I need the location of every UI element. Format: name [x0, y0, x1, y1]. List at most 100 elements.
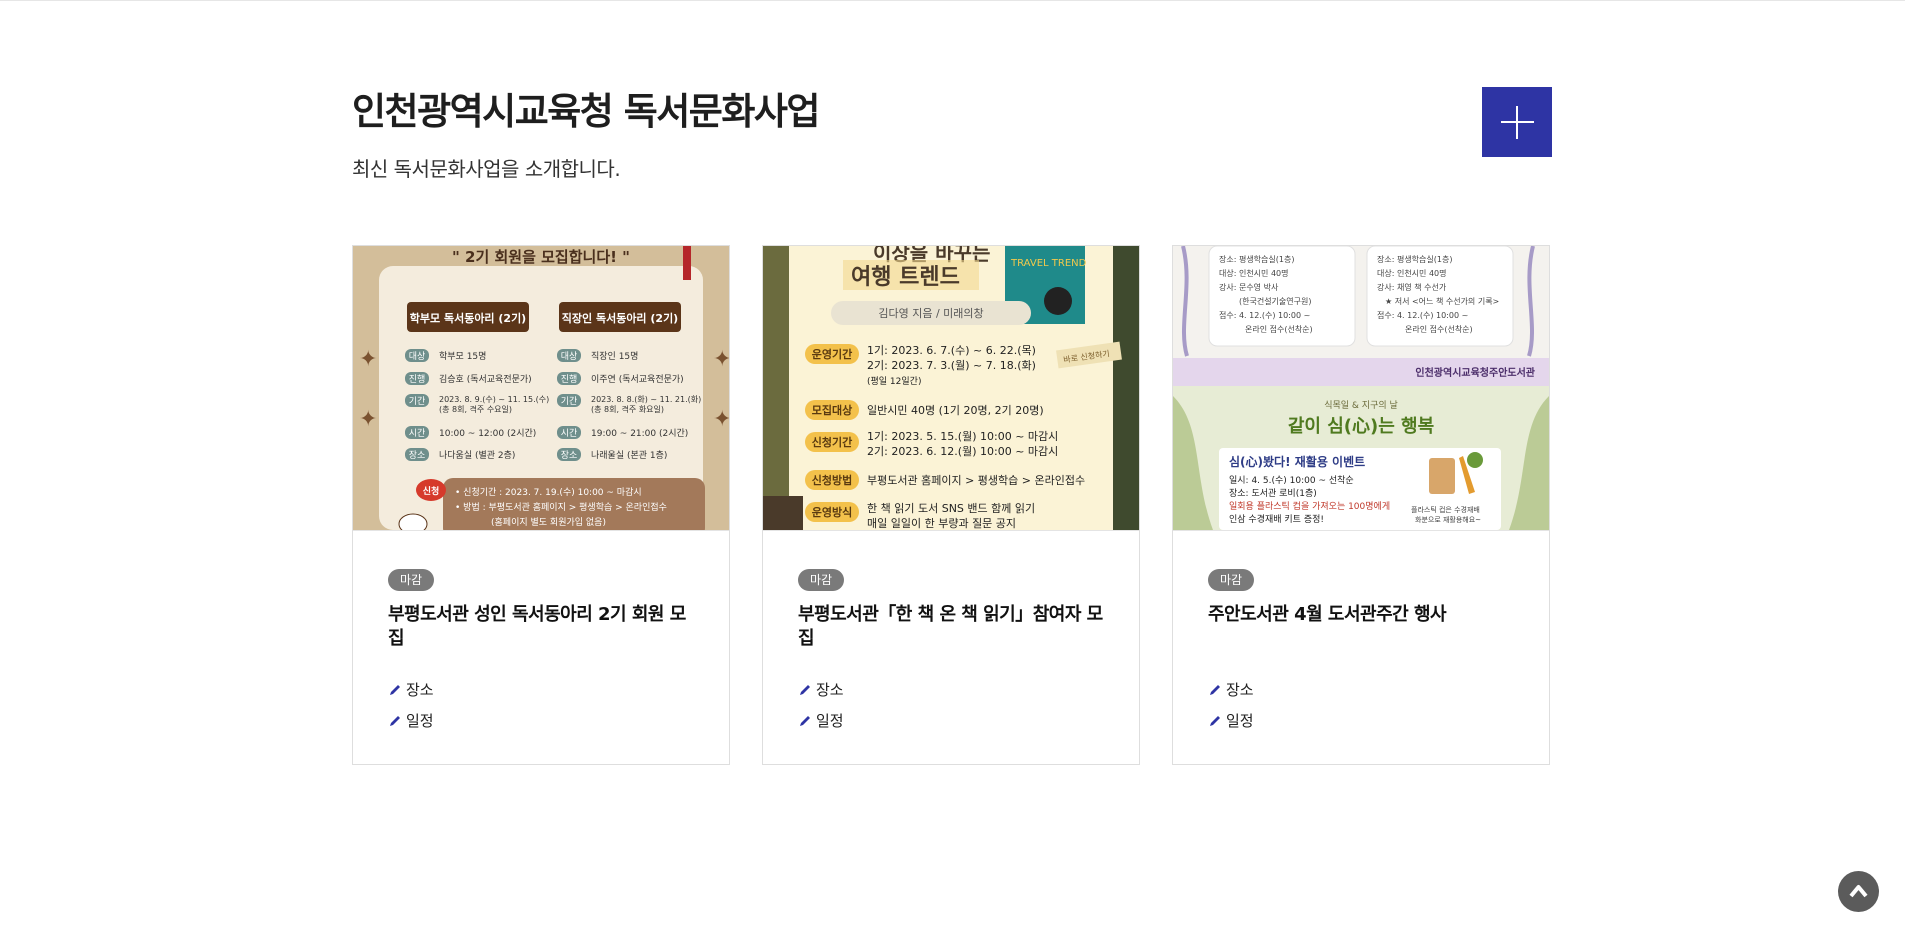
program-card[interactable]: 장소: 평생학습실(1층) 대상: 인천시민 40명 강사: 문수영 박사 (한…	[1172, 245, 1550, 765]
svg-text:일시: 4. 5.(수) 10:00 ~ 선착순: 일시: 4. 5.(수) 10:00 ~ 선착순	[1229, 475, 1354, 486]
svg-text:2023. 8. 9.(수) ~ 11. 15.(수): 2023. 8. 9.(수) ~ 11. 15.(수)	[439, 395, 549, 404]
place-label: 장소	[816, 681, 844, 699]
svg-text:✦: ✦	[713, 407, 729, 432]
svg-text:강사: 문수영 박사: 강사: 문수영 박사	[1219, 282, 1279, 292]
program-card[interactable]: " 2기 회원을 모집합니다! " ✦ ✦ ✦ ✦ 학부모 독서동아리 (2기)…	[352, 245, 730, 765]
place-label: 장소	[1226, 681, 1254, 699]
svg-text:기간: 기간	[561, 396, 578, 407]
poster-group-b: 직장인 독서동아리 (2기)	[562, 311, 678, 325]
more-button[interactable]	[1482, 87, 1552, 157]
svg-text:장소: 도서관 로비(1층): 장소: 도서관 로비(1층)	[1229, 488, 1317, 499]
svg-text:신청기간: 신청기간	[812, 435, 852, 449]
svg-text:기간: 기간	[409, 396, 426, 407]
program-schedule: 일정	[1208, 710, 1254, 731]
svg-text:인삼 수경재배 키트 증정!: 인삼 수경재배 키트 증정!	[1229, 513, 1324, 525]
svg-text:접수: 4. 12.(수) 10:00 ~: 접수: 4. 12.(수) 10:00 ~	[1219, 310, 1310, 320]
schedule-label: 일정	[816, 712, 844, 730]
svg-text:화분으로 재활용해요~: 화분으로 재활용해요~	[1415, 515, 1481, 524]
program-card[interactable]: 이상을 바꾸는 여행 트렌드 TRAVEL TREND 김다영 지음 / 미래의…	[762, 245, 1140, 765]
svg-text:김승호 (독서교육전문가): 김승호 (독서교육전문가)	[439, 373, 532, 385]
svg-text:2기: 2023. 7. 3.(월) ~ 7. 18.(화): 2기: 2023. 7. 3.(월) ~ 7. 18.(화)	[867, 359, 1036, 372]
svg-text:• 신청기간 : 2023. 7. 19.(수) 10:00: • 신청기간 : 2023. 7. 19.(수) 10:00 ~ 마감시	[455, 486, 642, 498]
svg-text:인천광역시교육청주안도서관: 인천광역시교육청주안도서관	[1415, 366, 1535, 379]
svg-text:시간: 시간	[561, 428, 578, 439]
pencil-icon	[390, 716, 400, 726]
pencil-icon	[390, 685, 400, 695]
pencil-icon	[1210, 685, 1220, 695]
pencil-icon	[800, 716, 810, 726]
svg-text:✦: ✦	[359, 407, 377, 432]
svg-text:1기: 2023. 5. 15.(월) 10:00 ~ 마감: 1기: 2023. 5. 15.(월) 10:00 ~ 마감시	[867, 430, 1058, 443]
schedule-label: 일정	[1226, 712, 1254, 730]
svg-text:부평도서관 홈페이지 > 평생학습 > 온라인접수: 부평도서관 홈페이지 > 평생학습 > 온라인접수	[867, 473, 1085, 487]
program-place: 장소	[1208, 679, 1254, 700]
poster-headline: " 2기 회원을 모집합니다! "	[452, 248, 630, 266]
svg-text:신청방법: 신청방법	[812, 473, 852, 487]
svg-text:✦: ✦	[713, 347, 729, 372]
svg-text:온라인 접수(선착순): 온라인 접수(선착순)	[1405, 324, 1473, 334]
program-schedule: 일정	[798, 710, 844, 731]
svg-text:운영방식: 운영방식	[812, 505, 852, 519]
svg-text:19:00 ~ 21:00 (2시간): 19:00 ~ 21:00 (2시간)	[591, 428, 688, 439]
section-subtitle: 최신 독서문화사업을 소개합니다.	[352, 157, 621, 181]
svg-text:매일 일일이 한 부량과 질문 공지: 매일 일일이 한 부량과 질문 공지	[867, 516, 1016, 530]
program-schedule: 일정	[388, 710, 434, 731]
svg-text:2기: 2023. 6. 12.(월) 10:00 ~ 마감: 2기: 2023. 6. 12.(월) 10:00 ~ 마감시	[867, 445, 1058, 458]
program-place: 장소	[798, 679, 844, 700]
svg-text:대상: 대상	[409, 351, 426, 362]
status-badge: 마감	[388, 569, 435, 591]
svg-text:(총 8회, 격주 화요일): (총 8회, 격주 화요일)	[591, 404, 664, 414]
svg-text:신청: 신청	[423, 485, 440, 497]
svg-text:진행: 진행	[561, 373, 578, 385]
poster-group-a: 학부모 독서동아리 (2기)	[410, 311, 526, 325]
svg-text:운영기간: 운영기간	[812, 347, 852, 361]
status-badge: 마감	[798, 569, 845, 591]
svg-text:시간: 시간	[409, 428, 426, 439]
svg-text:✦: ✦	[359, 347, 377, 372]
svg-text:장소: 평생학습실(1층): 장소: 평생학습실(1층)	[1219, 254, 1294, 264]
svg-text:여행 트렌드: 여행 트렌드	[851, 265, 960, 290]
svg-text:대상: 대상	[561, 351, 578, 362]
svg-text:장소: 평생학습실(1층): 장소: 평생학습실(1층)	[1377, 254, 1452, 264]
svg-text:TRAVEL TREND: TRAVEL TREND	[1010, 258, 1087, 269]
svg-text:심(心)봤다! 재활용 이벤트: 심(心)봤다! 재활용 이벤트	[1229, 454, 1365, 469]
pencil-icon	[800, 685, 810, 695]
program-poster-image: 이상을 바꾸는 여행 트렌드 TRAVEL TREND 김다영 지음 / 미래의…	[763, 246, 1139, 530]
svg-text:진행: 진행	[409, 373, 426, 385]
svg-text:(홈페이지 별도 회원가입 없음): (홈페이지 별도 회원가입 없음)	[491, 516, 606, 528]
svg-text:대상: 인천시민 40명: 대상: 인천시민 40명	[1377, 268, 1446, 278]
pencil-icon	[1210, 716, 1220, 726]
schedule-label: 일정	[406, 712, 434, 730]
svg-text:일반시민 40명 (1기 20명, 2기 20명): 일반시민 40명 (1기 20명, 2기 20명)	[867, 403, 1044, 417]
scroll-to-top-button[interactable]	[1838, 871, 1879, 912]
program-title[interactable]: 부평도서관「한 책 온 책 읽기」참여자 모집	[798, 603, 1108, 651]
program-poster-image: 장소: 평생학습실(1층) 대상: 인천시민 40명 강사: 문수영 박사 (한…	[1173, 246, 1549, 530]
svg-text:학부모 15명: 학부모 15명	[439, 351, 486, 362]
svg-text:식목일 & 지구의 날: 식목일 & 지구의 날	[1324, 400, 1398, 411]
program-title[interactable]: 부평도서관 성인 독서동아리 2기 회원 모집	[388, 603, 698, 651]
svg-text:(평일 12일간): (평일 12일간)	[867, 376, 921, 387]
svg-text:1기: 2023. 6. 7.(수) ~ 6. 22.(목): 1기: 2023. 6. 7.(수) ~ 6. 22.(목)	[867, 344, 1036, 357]
section-title: 인천광역시교육청 독서문화사업	[352, 90, 820, 133]
program-poster-image: " 2기 회원을 모집합니다! " ✦ ✦ ✦ ✦ 학부모 독서동아리 (2기)…	[353, 246, 729, 530]
svg-text:같이 심(心)는 행복: 같이 심(心)는 행복	[1288, 416, 1434, 437]
svg-text:직장인 15명: 직장인 15명	[591, 351, 638, 362]
svg-text:이주연 (독서교육전문가): 이주연 (독서교육전문가)	[591, 374, 684, 385]
place-label: 장소	[406, 681, 434, 699]
svg-text:김다영 지음 / 미래의창: 김다영 지음 / 미래의창	[878, 307, 983, 320]
svg-text:모집대상: 모집대상	[812, 403, 852, 417]
svg-text:10:00 ~ 12:00 (2시간): 10:00 ~ 12:00 (2시간)	[439, 428, 536, 439]
svg-text:온라인 접수(선착순): 온라인 접수(선착순)	[1245, 324, 1313, 334]
svg-text:대상: 인천시민 40명: 대상: 인천시민 40명	[1219, 268, 1288, 278]
svg-text:장소: 장소	[409, 450, 426, 461]
svg-text:★ 저서 <어느 책 수선가의 기록>: ★ 저서 <어느 책 수선가의 기록>	[1385, 296, 1499, 306]
program-title[interactable]: 주안도서관 4월 도서관주간 행사	[1208, 603, 1518, 627]
svg-text:2023. 8. 8.(화) ~ 11. 21.(화): 2023. 8. 8.(화) ~ 11. 21.(화)	[591, 395, 701, 404]
chevron-up-icon	[1849, 885, 1868, 898]
svg-text:한 책 읽기 도서 SNS 밴드 함께 읽기: 한 책 읽기 도서 SNS 밴드 함께 읽기	[867, 502, 1035, 515]
svg-text:장소: 장소	[561, 450, 578, 461]
reading-culture-section: 인천광역시교육청 독서문화사업 최신 독서문화사업을 소개합니다. " 2기 회…	[352, 1, 1552, 939]
status-badge: 마감	[1208, 569, 1255, 591]
svg-text:나래울실 (본관 1층): 나래울실 (본관 1층)	[591, 450, 667, 461]
svg-text:(총 8회, 격주 수요일): (총 8회, 격주 수요일)	[439, 404, 512, 414]
